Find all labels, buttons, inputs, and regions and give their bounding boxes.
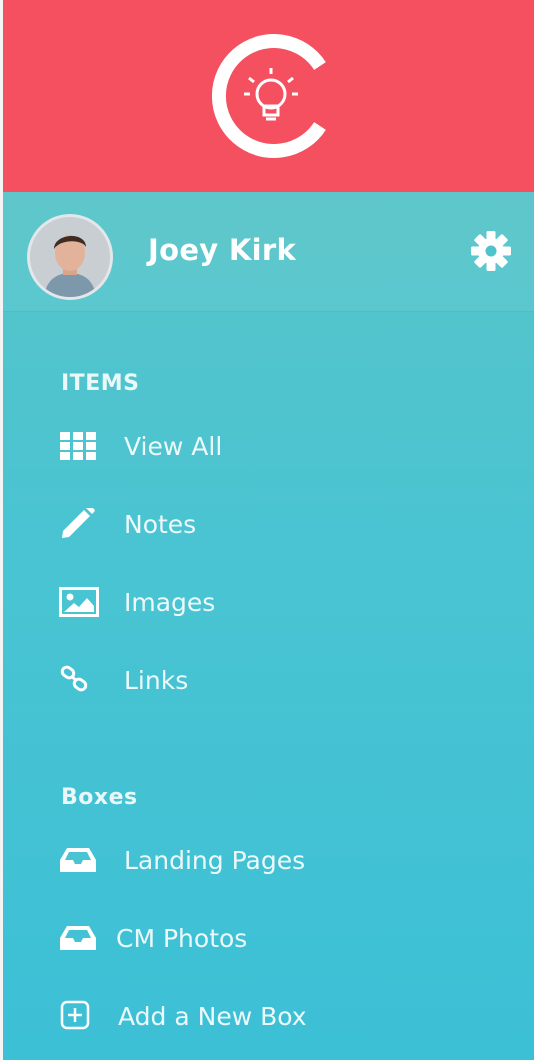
items-section-title: ITEMS	[61, 371, 140, 396]
user-profile: Joey Kirk	[3, 192, 534, 312]
sidebar: Joey Kirk ITEMS View All Notes Images Li…	[3, 192, 534, 1060]
nav-label: Notes	[124, 510, 197, 539]
nav-label: Links	[124, 666, 189, 695]
nav-item-notes[interactable]: Notes	[3, 494, 534, 554]
inbox-icon	[60, 926, 96, 950]
nav-label: View All	[124, 432, 223, 461]
link-icon	[60, 665, 88, 692]
app-header	[3, 0, 534, 192]
nav-item-cm-photos[interactable]: CM Photos	[3, 908, 534, 968]
nav-label: Images	[124, 588, 216, 617]
lightbulb-c-logo-icon[interactable]	[209, 34, 333, 158]
avatar[interactable]	[27, 214, 113, 300]
inbox-icon	[60, 848, 96, 872]
avatar-image	[30, 217, 110, 297]
nav-label: Landing Pages	[124, 846, 306, 875]
nav-label: CM Photos	[116, 924, 248, 953]
nav-item-links[interactable]: Links	[3, 650, 534, 710]
pencil-icon	[62, 508, 95, 538]
grid-icon	[60, 432, 96, 460]
app-window: Joey Kirk ITEMS View All Notes Images Li…	[0, 0, 534, 1060]
nav-item-images[interactable]: Images	[3, 572, 534, 632]
image-icon	[59, 587, 99, 617]
add-new-box-button[interactable]: Add a New Box	[3, 986, 534, 1046]
gear-icon[interactable]	[470, 230, 512, 272]
nav-item-landing-pages[interactable]: Landing Pages	[3, 830, 534, 890]
plus-square-icon	[60, 1000, 90, 1030]
nav-label: Add a New Box	[118, 1002, 307, 1031]
user-name: Joey Kirk	[148, 233, 297, 267]
boxes-section-title: Boxes	[61, 785, 138, 810]
nav-item-view-all[interactable]: View All	[3, 416, 534, 476]
